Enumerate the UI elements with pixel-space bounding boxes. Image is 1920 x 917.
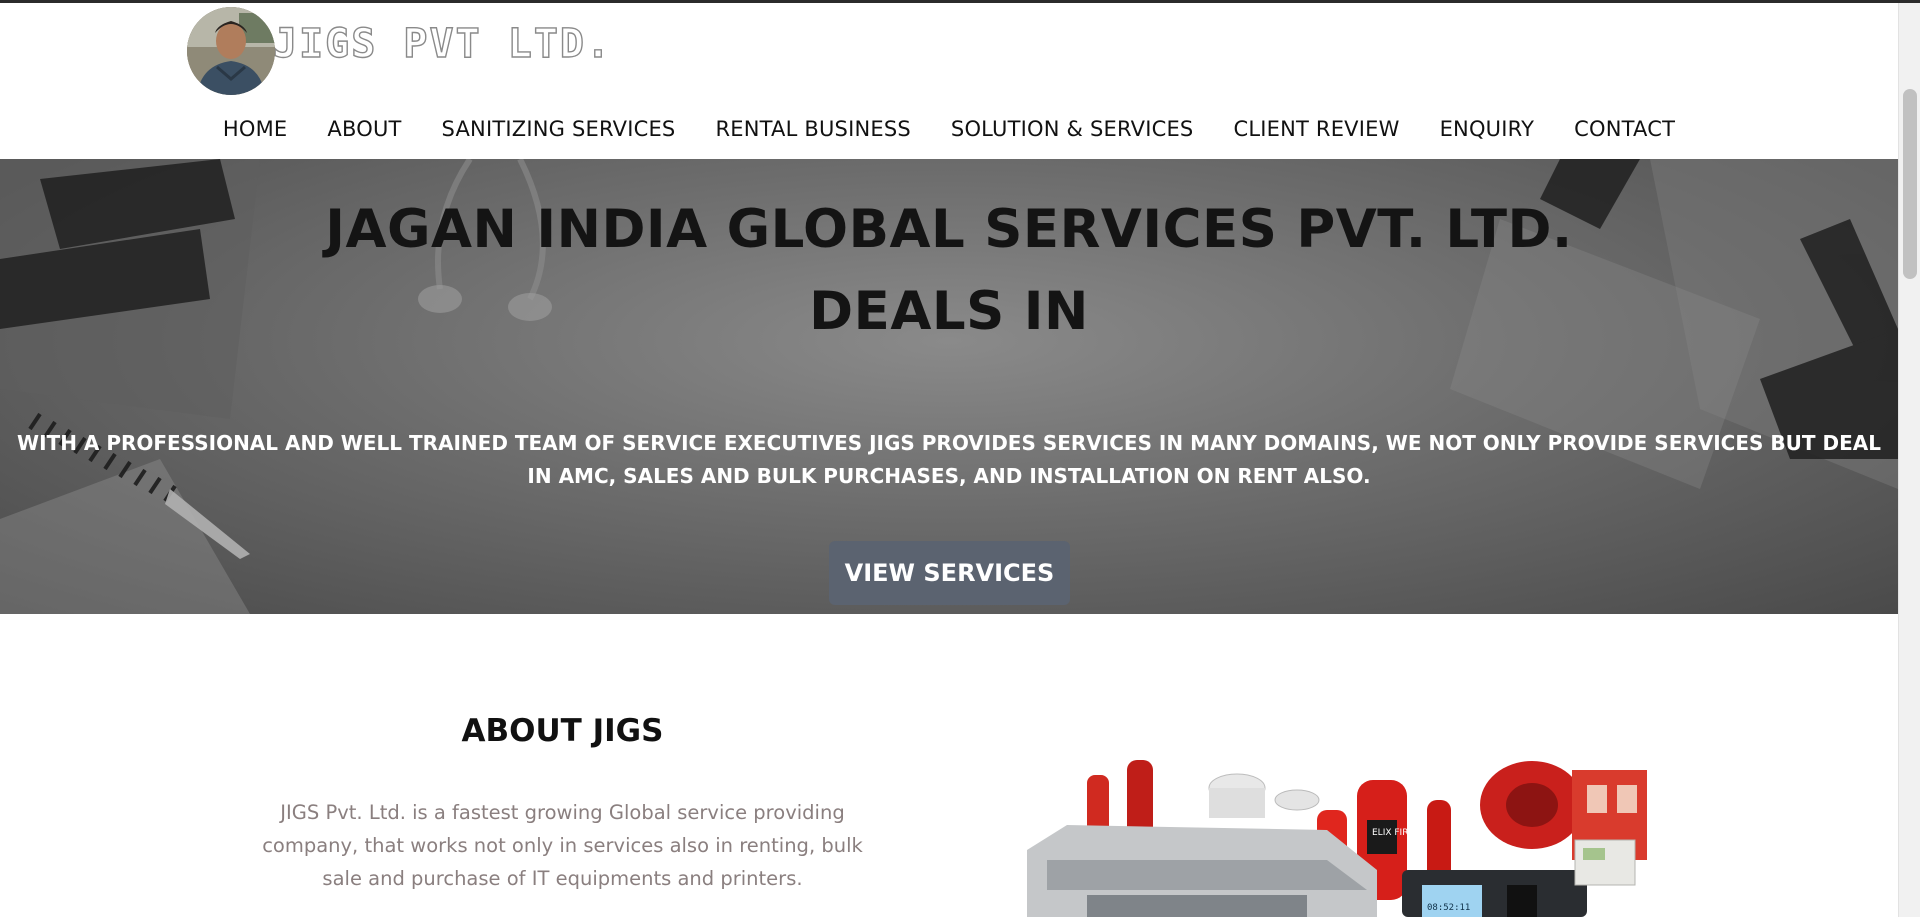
equipment-image: ELIX FIRE 08:52:11: [1027, 730, 1647, 917]
scrollbar-thumb[interactable]: [1903, 89, 1917, 279]
brand-name: JIGS PVT LTD.: [272, 20, 613, 67]
nav-about[interactable]: ABOUT: [307, 117, 421, 141]
site-header: JIGS PVT LTD. HOME ABOUT SANITIZING SERV…: [0, 3, 1898, 159]
page-scrollbar[interactable]: [1898, 3, 1920, 917]
hero-title-line2: DEALS IN: [809, 281, 1089, 342]
about-title: ABOUT JIGS: [461, 713, 664, 749]
nav-enquiry[interactable]: ENQUIRY: [1420, 117, 1555, 141]
hero-title: JAGAN INDIA GLOBAL SERVICES PVT. LTD. DE…: [0, 189, 1898, 353]
nav-rental-business[interactable]: RENTAL BUSINESS: [695, 117, 930, 141]
nav-sanitizing-services[interactable]: SANITIZING SERVICES: [422, 117, 696, 141]
logo[interactable]: JIGS PVT LTD.: [187, 7, 612, 95]
main-nav: HOME ABOUT SANITIZING SERVICES RENTAL BU…: [0, 117, 1898, 141]
elix-fire-label: ELIX FIRE: [1372, 828, 1414, 838]
hero-description: WITH A PROFESSIONAL AND WELL TRAINED TEA…: [17, 431, 1881, 488]
equipment-illustration: ELIX FIRE 08:52:11: [1027, 730, 1647, 917]
avatar: [187, 7, 275, 95]
nav-contact[interactable]: CONTACT: [1554, 117, 1695, 141]
device-clock-display: 08:52:11: [1427, 903, 1470, 913]
nav-home[interactable]: HOME: [203, 117, 308, 141]
nav-client-review[interactable]: CLIENT REVIEW: [1213, 117, 1419, 141]
about-text: JIGS Pvt. Ltd. is a fastest growing Glob…: [262, 801, 863, 890]
hero-title-line1: JAGAN INDIA GLOBAL SERVICES PVT. LTD.: [325, 199, 1573, 260]
profile-photo-icon: [187, 7, 275, 95]
view-services-button[interactable]: VIEW SERVICES: [829, 541, 1070, 605]
hero-banner: JAGAN INDIA GLOBAL SERVICES PVT. LTD. DE…: [0, 159, 1898, 614]
nav-solution-services[interactable]: SOLUTION & SERVICES: [931, 117, 1214, 141]
